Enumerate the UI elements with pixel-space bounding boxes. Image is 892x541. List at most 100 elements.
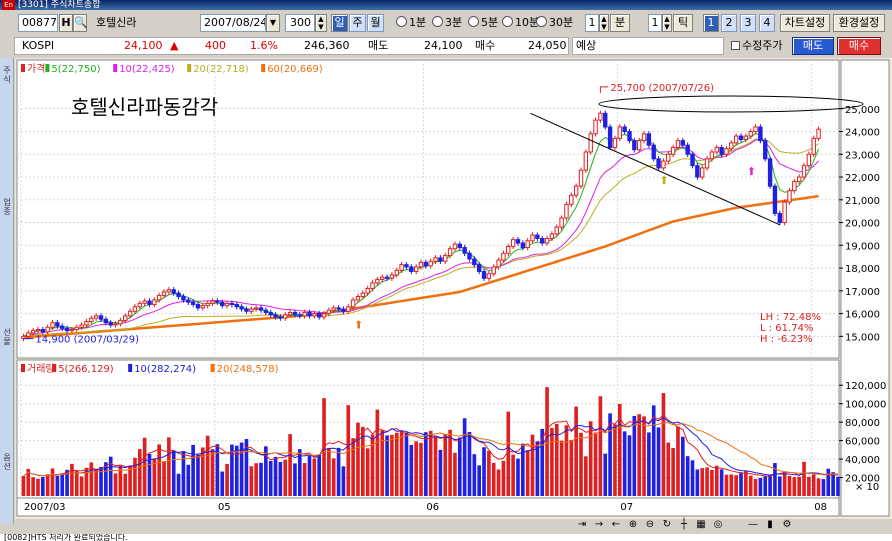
sidebar-tab-stock[interactable]: 주식 <box>1 66 13 84</box>
volume-bar <box>826 468 831 496</box>
candle-body <box>384 276 390 279</box>
candle-body <box>103 318 109 324</box>
volume-bar <box>598 396 603 496</box>
volume-bar <box>569 439 574 496</box>
adj-price-label: 수정주가 <box>742 39 783 52</box>
date-dropdown-icon[interactable]: ▼ <box>266 14 280 32</box>
minute-button[interactable]: 분 <box>610 14 630 32</box>
volume-legend-label: 10(282,274) <box>134 364 196 375</box>
arrow-right-end-icon[interactable]: ⇥ <box>576 519 588 531</box>
volume-bar <box>394 432 399 496</box>
date-input[interactable]: 2007/08/24 <box>200 14 266 32</box>
sidebar-tab-sector[interactable]: 업종 <box>1 198 13 216</box>
env-settings-button[interactable]: 환경설정 <box>833 14 885 32</box>
range-stat: L : 61.74% <box>760 323 813 334</box>
radio-30min[interactable]: 30분 <box>536 14 573 32</box>
buy-price: 24,050 <box>528 39 567 52</box>
volume-bar <box>661 393 666 496</box>
candle-body <box>685 144 690 155</box>
candle-body <box>273 314 278 318</box>
radio-1min[interactable]: 1분 <box>396 14 426 32</box>
volume-legend-label: 5(266,129) <box>58 364 114 375</box>
candle-body <box>680 140 686 146</box>
count-spinner-icon[interactable]: ▲ ▼ <box>315 14 327 32</box>
candle-body <box>578 169 584 187</box>
grid-icon[interactable]: ▦ <box>695 519 707 531</box>
candle-body <box>787 190 792 203</box>
price-volume-chart[interactable]: 25,000 24,000 23,000 22,000 21,000 20,000 19,0… <box>15 58 892 519</box>
tick-input[interactable]: 1 <box>648 14 662 32</box>
candle-body <box>118 319 123 325</box>
candle-body <box>93 315 99 319</box>
count-input[interactable]: 300 <box>285 14 315 32</box>
volume-bar <box>777 476 782 496</box>
adj-price-checkbox[interactable]: 수정주가 <box>731 37 782 55</box>
arrow-left-icon[interactable]: ← <box>610 519 622 531</box>
volume-bar <box>584 456 588 496</box>
candle-body <box>321 313 327 318</box>
candle-body <box>462 247 467 254</box>
cycle-icon[interactable]: ◎ <box>712 519 724 531</box>
candle-body <box>220 301 225 307</box>
volume-tick-label: 40,000 <box>845 455 880 466</box>
tick-spinner-icon[interactable]: ▲ ▼ <box>662 14 672 32</box>
candle-body <box>617 126 622 139</box>
volume-bar <box>457 437 462 496</box>
candle-body <box>719 146 724 155</box>
volume-bar <box>157 444 161 496</box>
tick-button[interactable]: 틱 <box>673 14 693 32</box>
candle-body <box>603 112 608 128</box>
stock-code-input[interactable]: 008770 <box>18 14 58 32</box>
zoom-out-icon[interactable]: ⊖ <box>644 519 656 531</box>
candle-body <box>748 131 753 137</box>
refresh-icon[interactable]: ↻ <box>661 519 673 531</box>
volume-bar <box>676 426 680 496</box>
search-icon[interactable]: 🔍 <box>73 14 88 32</box>
h-button[interactable]: H <box>59 14 73 32</box>
radio-10min[interactable]: 10분 <box>502 14 539 32</box>
volume-bar <box>710 469 714 496</box>
crosshair-icon[interactable]: ┼ <box>678 519 690 531</box>
signal-arrow-icon: ⬆ <box>354 319 363 332</box>
price-legend: 가격 5(22,750) 10(22,425) 20(22,718) 60(20,669… <box>21 62 323 75</box>
app-icon: En <box>2 0 15 10</box>
volume-bar <box>724 474 729 496</box>
volume-bar <box>273 456 278 496</box>
volume-bar <box>462 418 467 496</box>
zoom-in-icon[interactable]: ⊕ <box>627 519 639 531</box>
candle-body <box>35 329 41 332</box>
page-1-button[interactable]: 1 <box>703 14 719 32</box>
volume-bar <box>225 463 229 496</box>
chart-settings-button[interactable]: 차트설정 <box>780 14 830 32</box>
page-2-button[interactable]: 2 <box>721 14 737 32</box>
minute-input[interactable]: 1 <box>585 14 599 32</box>
candle-body <box>651 144 656 160</box>
radio-3min[interactable]: 3분 <box>432 14 462 32</box>
tab-daily[interactable]: 일 <box>331 14 348 32</box>
page-4-button[interactable]: 4 <box>759 14 775 32</box>
settings-icon[interactable]: ⚙ <box>781 519 793 531</box>
legend-swatch <box>261 64 266 72</box>
volume-bar <box>487 450 491 496</box>
page-3-button[interactable]: 3 <box>740 14 756 32</box>
min-label: 14,900 (2007/03/29) <box>35 335 139 346</box>
volume-bar <box>811 474 816 496</box>
line-style-icon[interactable]: — <box>747 519 759 531</box>
sell-order-button[interactable]: 매도 <box>792 37 834 55</box>
volume-bar <box>137 449 142 496</box>
minute-spinner-icon[interactable]: ▲ ▼ <box>599 14 609 32</box>
candle-body <box>312 313 317 317</box>
candle-type-icon[interactable]: ▮ <box>764 519 776 531</box>
tab-monthly[interactable]: 월 <box>367 14 384 32</box>
volume-bar <box>293 463 297 496</box>
volume-bar <box>491 462 496 496</box>
candle-body <box>622 126 627 133</box>
sidebar-tab-options[interactable]: 옵션 <box>1 453 13 471</box>
buy-order-button[interactable]: 매수 <box>837 37 881 55</box>
arrow-right-icon[interactable]: → <box>593 519 605 531</box>
tab-weekly[interactable]: 주 <box>349 14 366 32</box>
sidebar-tab-futures[interactable]: 선물 <box>1 328 13 346</box>
volume-bar <box>622 431 627 496</box>
radio-5min[interactable]: 5분 <box>468 14 498 32</box>
candle-body <box>350 299 356 308</box>
